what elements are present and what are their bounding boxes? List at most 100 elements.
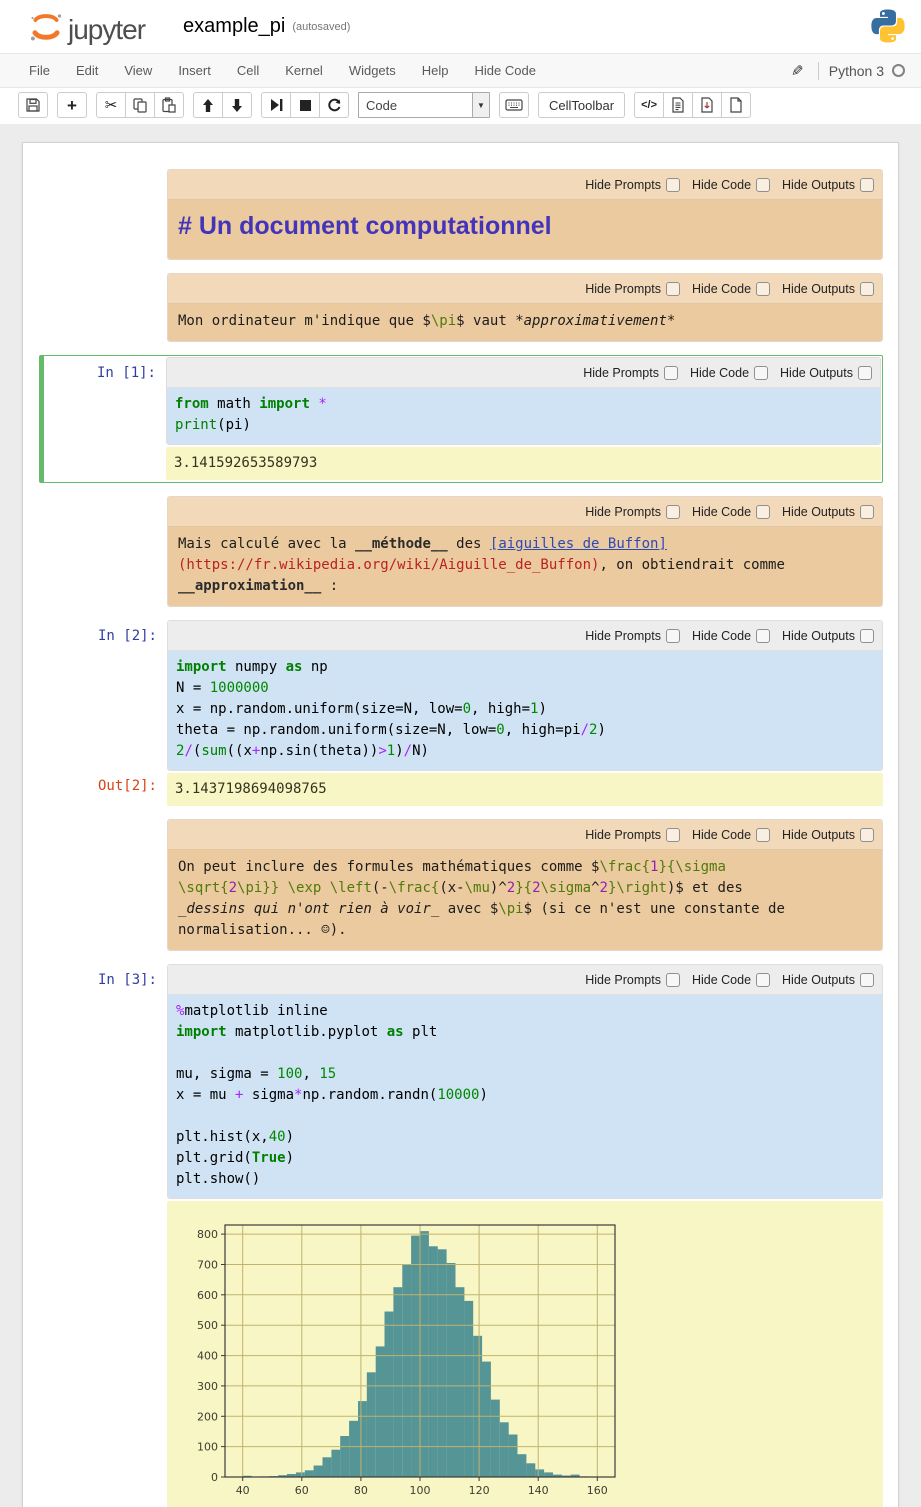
- hide-prompts-checkbox[interactable]: [666, 973, 680, 987]
- cell-toolbar-label: Hide Outputs: [782, 973, 855, 987]
- svg-text:140: 140: [528, 1484, 549, 1497]
- hide-code-checkbox[interactable]: [754, 366, 768, 380]
- blank-file-button[interactable]: [721, 92, 751, 118]
- save-icon: [25, 97, 41, 113]
- hide-outputs-checkbox[interactable]: [860, 505, 874, 519]
- menu-file[interactable]: File: [16, 55, 63, 86]
- celltoolbar-button[interactable]: CellToolbar: [538, 92, 625, 118]
- toolbar-group: ✂: [96, 92, 184, 118]
- cut-button[interactable]: ✂: [96, 92, 126, 118]
- cell-toolbar: Hide PromptsHide CodeHide Outputs: [168, 170, 882, 200]
- markdown-cell-4[interactable]: Hide PromptsHide CodeHide OutputsMais ca…: [45, 496, 883, 607]
- hide-outputs-checkbox[interactable]: [860, 629, 874, 643]
- edit-mode-pencil-icon: ✎: [791, 62, 804, 80]
- menu-insert[interactable]: Insert: [165, 55, 224, 86]
- hide-code-checkbox[interactable]: [756, 973, 770, 987]
- hide-code-checkbox[interactable]: [756, 828, 770, 842]
- save-button[interactable]: [18, 92, 48, 118]
- move-down-button[interactable]: [222, 92, 252, 118]
- cell-toolbar-label: Hide Code: [692, 178, 751, 192]
- code-cell-7[interactable]: In [3]: Hide Prompts Hide Code Hide Outputs…: [45, 964, 883, 1507]
- hide-code-checkbox[interactable]: [756, 505, 770, 519]
- markdown-cell-1[interactable]: Hide PromptsHide CodeHide Outputs# Un do…: [45, 169, 883, 260]
- input-prompt: [45, 819, 167, 951]
- cell-toolbar-label: Hide Prompts: [585, 973, 661, 987]
- move-up-button[interactable]: [193, 92, 223, 118]
- cell-toolbar: Hide PromptsHide CodeHide Outputs: [167, 358, 880, 388]
- cell-toolbar-label: Hide Code: [692, 828, 751, 842]
- code-editor[interactable]: from math import *print(pi): [167, 388, 880, 444]
- text-file-export-button[interactable]: [663, 92, 693, 118]
- menu-help[interactable]: Help: [409, 55, 462, 86]
- markdown-editor[interactable]: Mais calculé avec la __méthode__ des [ai…: [168, 527, 882, 606]
- input-prompt: In [3]:: [45, 964, 167, 1199]
- hide-outputs-checkbox[interactable]: [860, 828, 874, 842]
- keyboard-button[interactable]: [499, 92, 529, 118]
- hide-prompts-checkbox[interactable]: [666, 282, 680, 296]
- hide-prompts-checkbox[interactable]: [666, 178, 680, 192]
- cell-toolbar-label: Hide Code: [692, 973, 751, 987]
- cell-toolbar-label: Hide Outputs: [782, 282, 855, 296]
- paste-icon: [161, 97, 177, 113]
- input-prompt: [45, 169, 167, 260]
- hide-outputs-checkbox[interactable]: [860, 178, 874, 192]
- hide-code-checkbox[interactable]: [756, 178, 770, 192]
- menu-widgets[interactable]: Widgets: [336, 55, 409, 86]
- cell-toolbar-label: Hide Prompts: [583, 366, 659, 380]
- add-cell-icon: +: [67, 97, 77, 114]
- markdown-editor[interactable]: # Un document computationnel: [168, 200, 882, 259]
- jupyter-logo[interactable]: jupyter: [28, 8, 145, 46]
- hide-prompts-checkbox[interactable]: [666, 505, 680, 519]
- menu-view[interactable]: View: [111, 55, 165, 86]
- menu-edit[interactable]: Edit: [63, 55, 111, 86]
- cell-toolbar: Hide PromptsHide CodeHide Outputs: [168, 497, 882, 527]
- code-editor[interactable]: %matplotlib inlineimport matplotlib.pypl…: [168, 995, 882, 1198]
- add-cell-button[interactable]: +: [57, 92, 87, 118]
- code-editor[interactable]: import numpy as npN = 1000000x = np.rand…: [168, 651, 882, 770]
- cell-type-select[interactable]: Code▼: [358, 92, 490, 118]
- hide-code-checkbox[interactable]: [756, 282, 770, 296]
- markdown-editor[interactable]: Mon ordinateur m'indique que $\pi$ vaut …: [168, 304, 882, 341]
- markdown-cell-6[interactable]: Hide PromptsHide CodeHide OutputsOn peut…: [45, 819, 883, 951]
- hide-outputs-checkbox[interactable]: [860, 973, 874, 987]
- menu-kernel[interactable]: Kernel: [272, 55, 336, 86]
- restart-icon: [327, 98, 342, 113]
- copy-button[interactable]: [125, 92, 155, 118]
- select-arrow-icon: ▼: [472, 93, 489, 117]
- cell-type-value: Code: [359, 98, 472, 113]
- code-cell-5[interactable]: In [2]:Hide PromptsHide CodeHide Outputs…: [45, 620, 883, 806]
- svg-text:200: 200: [197, 1410, 218, 1423]
- hide-prompts-checkbox[interactable]: [666, 629, 680, 643]
- cell-toolbar-label: Hide Outputs: [780, 366, 853, 380]
- svg-text:160: 160: [587, 1484, 608, 1497]
- hide-outputs-checkbox[interactable]: [860, 282, 874, 296]
- svg-text:60: 60: [295, 1484, 309, 1497]
- blank-file-icon: [729, 97, 743, 113]
- text-output: 3.141592653589793: [166, 447, 881, 480]
- svg-text:700: 700: [197, 1259, 218, 1272]
- markdown-editor[interactable]: On peut inclure des formules mathématiqu…: [168, 850, 882, 950]
- run-button[interactable]: [261, 92, 291, 118]
- hide-outputs-checkbox[interactable]: [858, 366, 872, 380]
- restart-button[interactable]: [319, 92, 349, 118]
- cell-toolbar-label: Hide Code: [692, 629, 751, 643]
- hide-code-checkbox[interactable]: [756, 629, 770, 643]
- paste-button[interactable]: [154, 92, 184, 118]
- cell-toolbar: Hide PromptsHide CodeHide Outputs: [168, 820, 882, 850]
- menu-hide-code[interactable]: Hide Code: [462, 55, 549, 86]
- code-cell-3[interactable]: In [1]:Hide PromptsHide CodeHide Outputs…: [39, 355, 883, 483]
- notebook-title[interactable]: example_pi: [183, 15, 285, 38]
- menu-cell[interactable]: Cell: [224, 55, 272, 86]
- code-export-button[interactable]: </>: [634, 92, 664, 118]
- stop-button[interactable]: [290, 92, 320, 118]
- hide-prompts-checkbox[interactable]: [666, 828, 680, 842]
- input-prompt: In [1]:: [44, 357, 166, 445]
- kernel-divider: [818, 62, 819, 80]
- hide-prompts-checkbox[interactable]: [664, 366, 678, 380]
- code-export-icon: </>: [641, 100, 657, 111]
- toolbar-group: [499, 92, 529, 118]
- markdown-cell-2[interactable]: Hide PromptsHide CodeHide OutputsMon ord…: [45, 273, 883, 342]
- keyboard-icon: [505, 98, 523, 112]
- pdf-export-button[interactable]: [692, 92, 722, 118]
- svg-text:400: 400: [197, 1350, 218, 1363]
